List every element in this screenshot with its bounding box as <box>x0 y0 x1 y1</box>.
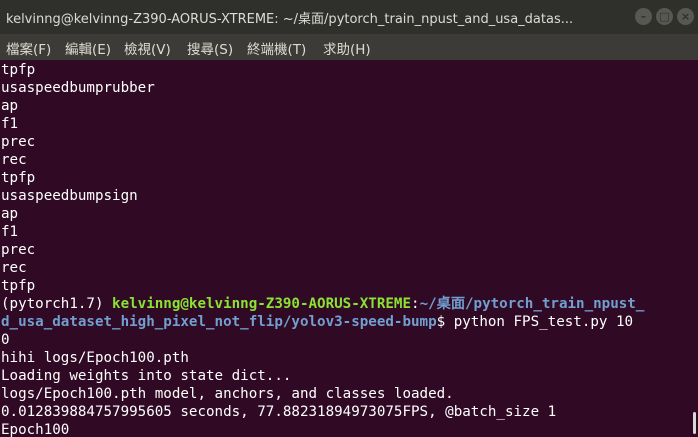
menu-search[interactable]: 搜尋(S) <box>187 38 233 58</box>
maximize-button[interactable]: □ <box>656 8 673 25</box>
terminal-line: logs/Epoch100.pth model, anchors, and cl… <box>1 386 454 402</box>
terminal-line: 0.012839884757995605 seconds, 77.8823189… <box>1 404 557 420</box>
prompt-userhost: kelvinng@kelvinng-Z390-AORUS-XTREME <box>112 296 412 312</box>
scrollbar-thumb[interactable] <box>693 412 696 434</box>
menu-terminal[interactable]: 終端機(T) <box>247 38 306 58</box>
terminal-line: tpfp <box>1 62 36 78</box>
menu-file[interactable]: 檔案(F) <box>6 38 51 58</box>
terminal-line: prec <box>1 134 36 150</box>
menu-view[interactable]: 檢視(V) <box>124 38 171 58</box>
typed-command: python FPS_test.py 10 <box>445 314 634 330</box>
prompt-colon: : <box>411 296 420 312</box>
scrollbar-track[interactable] <box>690 60 698 437</box>
terminal-line: rec <box>1 260 27 276</box>
menu-help[interactable]: 求助(H) <box>323 38 371 58</box>
minimize-button[interactable]: – <box>635 8 652 25</box>
terminal-line: rec <box>1 152 27 168</box>
close-button[interactable]: × <box>677 8 694 25</box>
prompt-path: ~/桌面/pytorch_train_npust_ <box>419 296 645 312</box>
terminal-line: hihi logs/Epoch100.pth <box>1 350 189 366</box>
menu-bar: 檔案(F) 編輯(E) 檢視(V) 搜尋(S) 終端機(T) 求助(H) <box>0 34 698 60</box>
terminal-line: tpfp <box>1 278 36 294</box>
terminal-line: 0 <box>1 332 10 348</box>
prompt-symbol: $ <box>436 314 446 330</box>
prompt-path-continued: d_usa_dataset_high_pixel_not_flip/yolov3… <box>1 314 437 330</box>
terminal-line: f1 <box>1 116 19 132</box>
window-title: kelvinng@kelvinng-Z390-AORUS-XTREME: ~/桌… <box>6 12 574 27</box>
terminal-line: tpfp <box>1 170 36 186</box>
terminal-line: usaspeedbumpsign <box>1 188 138 204</box>
terminal-line: Loading weights into state dict... <box>1 368 292 384</box>
terminal-line: prec <box>1 242 36 258</box>
terminal-line: Epoch100 <box>1 422 70 437</box>
terminal-line: ap <box>1 98 19 114</box>
menu-edit[interactable]: 編輯(E) <box>65 38 111 58</box>
shell-prompt-line-wrap: d_usa_dataset_high_pixel_not_flip/yolov3… <box>1 313 633 331</box>
prompt-env: (pytorch1.7) <box>1 296 113 312</box>
shell-prompt-line: (pytorch1.7) kelvinng@kelvinng-Z390-AORU… <box>1 295 644 313</box>
terminal-line: usaspeedbumprubber <box>1 80 155 96</box>
window-titlebar[interactable]: kelvinng@kelvinng-Z390-AORUS-XTREME: ~/桌… <box>0 0 698 34</box>
terminal-line: f1 <box>1 224 19 240</box>
terminal-line: ap <box>1 206 19 222</box>
terminal-output[interactable]: tpfp usaspeedbumprubber ap f1 prec rec t… <box>0 60 690 437</box>
